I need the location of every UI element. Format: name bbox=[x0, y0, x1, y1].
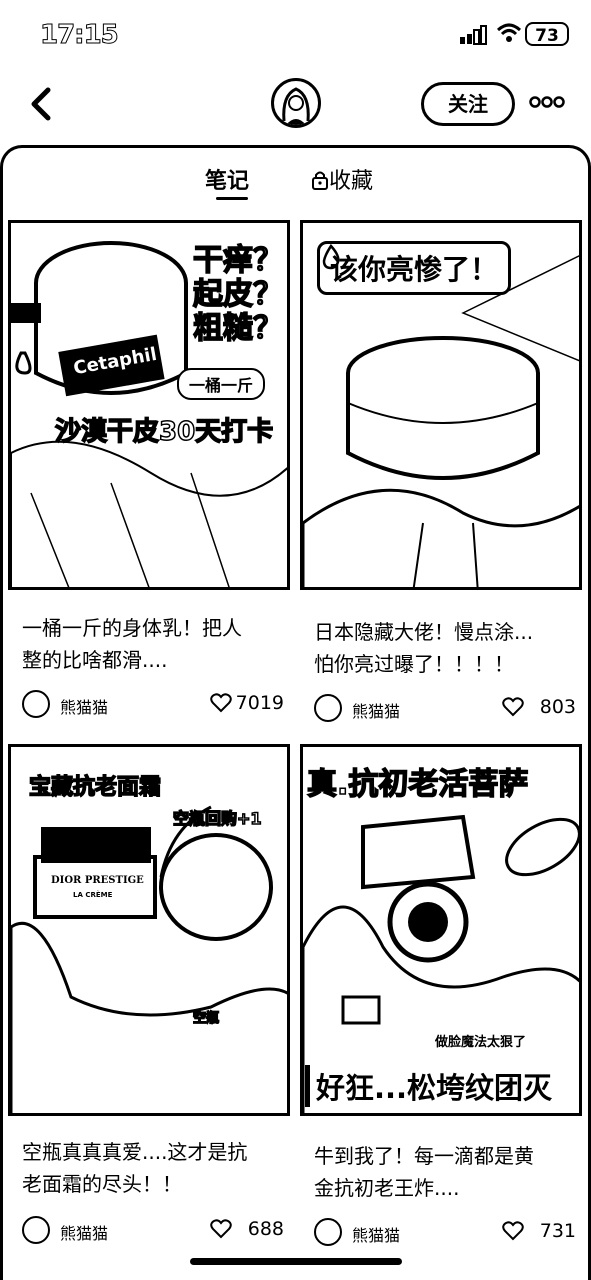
post-card[interactable]: 干痒？ 起皮？ 粗糙？ 一桶一斤 沙漠干皮30天打卡 Cetaphil 一桶一斤… bbox=[8, 220, 292, 740]
post-card[interactable]: 真.抗初老活菩萨 做脸魔法太狠了 好狂...松垮纹团灭 牛到我了！每一滴都是黄 … bbox=[300, 744, 584, 1254]
heart-icon[interactable] bbox=[210, 693, 232, 713]
overlay-text: 空瓶回购+1 bbox=[172, 808, 262, 829]
author-name[interactable]: 熊猫猫 bbox=[352, 698, 400, 722]
fire-icon bbox=[322, 244, 340, 270]
tab-active-indicator bbox=[216, 197, 248, 200]
post-thumbnail[interactable]: 该你 亮惨了！ bbox=[300, 220, 582, 590]
more-options-icon[interactable] bbox=[528, 92, 566, 112]
signal-icon bbox=[460, 25, 487, 45]
post-card[interactable]: 宝藏抗老面霜 空瓶回购+1 在用 空瓶 DIOR PRESTIGE LA CRÈ… bbox=[8, 744, 292, 1254]
post-thumbnail[interactable]: 宝藏抗老面霜 空瓶回购+1 在用 空瓶 DIOR PRESTIGE LA CRÈ… bbox=[8, 744, 290, 1116]
back-arrow-icon[interactable] bbox=[22, 84, 62, 124]
post-title-line: 金抗初老王炸.... bbox=[314, 1176, 460, 1200]
post-thumbnail[interactable]: 真.抗初老活菩萨 做脸魔法太狠了 好狂...松垮纹团灭 bbox=[300, 744, 582, 1116]
author-name[interactable]: 熊猫猫 bbox=[352, 1222, 400, 1246]
overlay-banner: 沙漠干皮30天打卡 bbox=[54, 416, 274, 448]
overlay-text: 亮惨了！ bbox=[386, 253, 499, 286]
post-title: 日本隐藏大佬！慢点涂... 怕你亮过曝了！！！！ bbox=[314, 616, 576, 680]
author-name[interactable]: 熊猫猫 bbox=[60, 694, 108, 718]
post-title: 牛到我了！每一滴都是黄 金抗初老王炸.... bbox=[314, 1140, 576, 1204]
post-title-line: 怕你亮过曝了！！！！ bbox=[314, 652, 514, 676]
post-title: 空瓶真真真爱....这才是抗 老面霜的尽头！！ bbox=[22, 1136, 284, 1200]
post-title-line: 空瓶真真真爱....这才是抗 bbox=[22, 1140, 248, 1164]
author-avatar[interactable] bbox=[314, 694, 342, 722]
speech-bubble: 该你 亮惨了！ bbox=[317, 241, 512, 295]
post-title: 一桶一斤的身体乳！把人 整的比啥都滑.... bbox=[22, 612, 284, 676]
overlay-text: 做脸魔法太狠了 bbox=[435, 1035, 527, 1050]
status-bar: 17:15 73 bbox=[0, 0, 591, 70]
post-card[interactable]: 该你 亮惨了！ 日本隐藏大佬！慢点涂... 怕你亮过曝了！！！！ 熊猫猫 803 bbox=[300, 220, 584, 740]
like-count: 688 bbox=[247, 1218, 284, 1240]
overlay-text: 空瓶 bbox=[192, 1010, 220, 1027]
like-count: 731 bbox=[539, 1220, 576, 1242]
overlay-banner: 宝藏抗老面霜 bbox=[28, 774, 162, 801]
post-title-line: 整的比啥都滑.... bbox=[22, 648, 168, 672]
brand-label: DIOR PRESTIGE bbox=[51, 875, 144, 886]
post-thumbnail[interactable]: 干痒？ 起皮？ 粗糙？ 一桶一斤 沙漠干皮30天打卡 Cetaphil bbox=[8, 220, 290, 590]
tab-favorites-label: 收藏 bbox=[329, 169, 374, 194]
heart-icon[interactable] bbox=[502, 697, 524, 717]
avatar-image bbox=[282, 87, 310, 125]
overlay-banner: 真.抗初老活菩萨 bbox=[306, 766, 529, 803]
lock-icon bbox=[312, 171, 328, 190]
post-title-line: 日本隐藏大佬！慢点涂... bbox=[314, 620, 534, 644]
overlay-text: 粗糙？ bbox=[192, 310, 284, 347]
home-indicator[interactable] bbox=[190, 1258, 402, 1265]
battery-indicator: 73 bbox=[525, 22, 569, 46]
author-name[interactable]: 熊猫猫 bbox=[60, 1220, 108, 1244]
status-time: 17:15 bbox=[40, 20, 120, 51]
like-count: 803 bbox=[539, 696, 576, 718]
overlay-banner: 好狂...松垮纹团灭 bbox=[305, 1065, 552, 1107]
follow-button[interactable]: 关注 bbox=[421, 82, 515, 126]
post-title-line: 牛到我了！每一滴都是黄 bbox=[314, 1144, 534, 1168]
post-title-line: 一桶一斤的身体乳！把人 bbox=[22, 616, 242, 640]
post-meta: 熊猫猫 803 bbox=[314, 694, 576, 724]
like-count: 7019 bbox=[235, 692, 284, 714]
face-cream-photo bbox=[11, 805, 287, 1113]
tab-notes[interactable]: 笔记 bbox=[205, 163, 249, 195]
post-meta: 熊猫猫 7019 bbox=[22, 690, 284, 720]
post-title-line: 老面霜的尽头！！ bbox=[22, 1172, 182, 1196]
post-meta: 熊猫猫 688 bbox=[22, 1216, 284, 1246]
author-avatar[interactable] bbox=[22, 690, 50, 718]
profile-avatar[interactable] bbox=[271, 78, 321, 128]
overlay-tag: 一桶一斤 bbox=[177, 368, 266, 400]
tab-favorites[interactable]: 收藏 bbox=[311, 163, 373, 195]
post-meta: 熊猫猫 731 bbox=[314, 1218, 576, 1248]
author-avatar[interactable] bbox=[314, 1218, 342, 1246]
brand-sublabel: LA CRÈME bbox=[73, 891, 113, 899]
author-avatar[interactable] bbox=[22, 1216, 50, 1244]
overlay-text: 在用 bbox=[66, 834, 94, 851]
wifi-icon bbox=[496, 23, 522, 42]
heart-icon[interactable] bbox=[502, 1221, 524, 1241]
heart-icon[interactable] bbox=[210, 1219, 232, 1239]
